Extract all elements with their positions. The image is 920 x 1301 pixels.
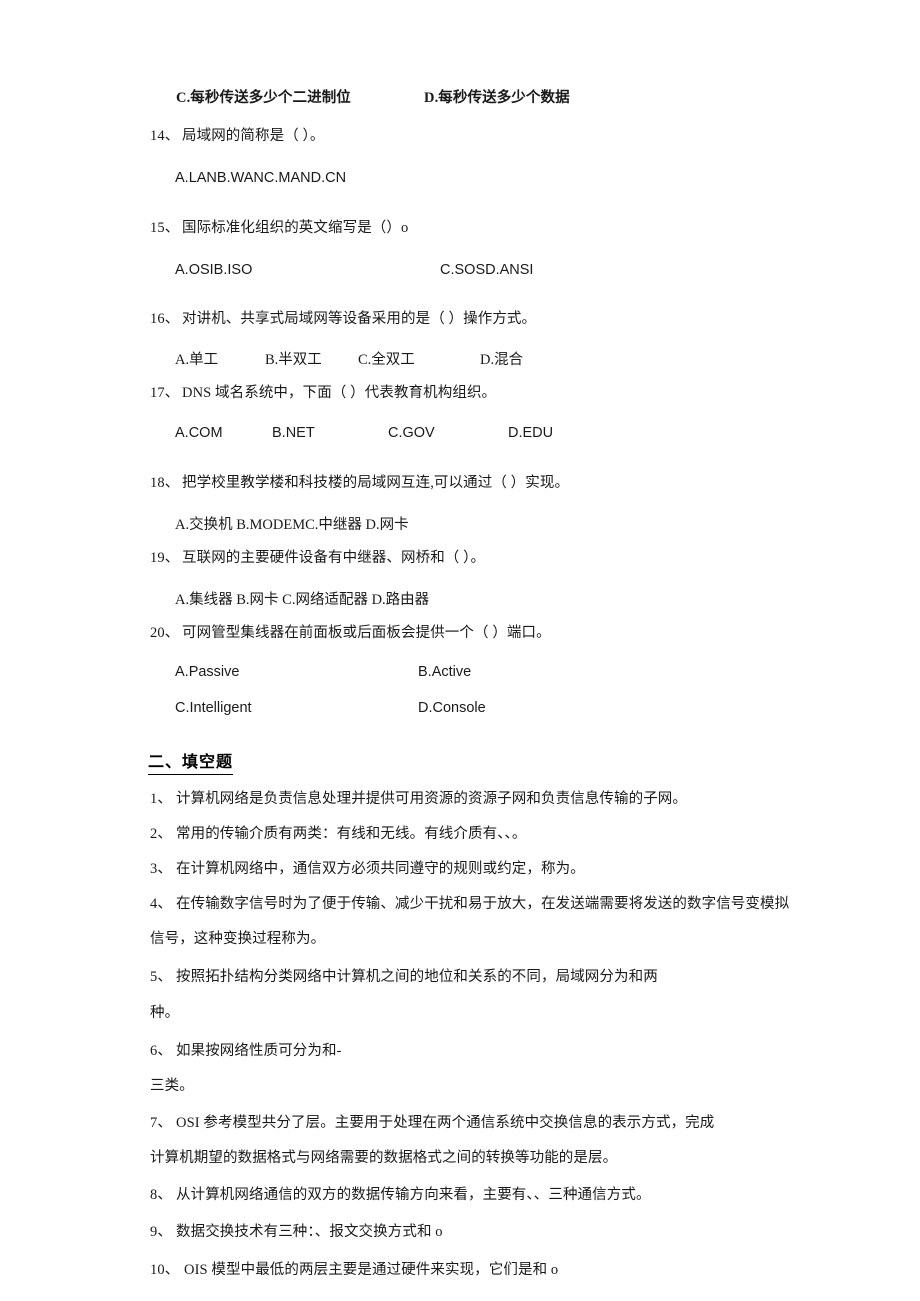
fill-question-7-number: 7、 xyxy=(150,1115,172,1131)
question-14-stem: 局域网的简称是（ ）。 xyxy=(182,128,325,144)
fill-question-10-number: 10、 xyxy=(150,1262,180,1278)
question-16-option-b: B.半双工 xyxy=(265,352,322,368)
question-17-option-a: A.COM xyxy=(175,425,223,441)
question-19-options: A.集线器 B.网卡 C.网络适配器 D.路由器 xyxy=(175,592,430,608)
fill-question-6-line-1: 如果按网络性质可分为和- xyxy=(176,1043,342,1059)
fill-question-6-line-2: 三类。 xyxy=(150,1078,194,1094)
question-20-option-b: B.Active xyxy=(418,664,472,680)
top-option-c: C.每秒传送多少个二进制位 xyxy=(176,90,351,106)
fill-question-8-number: 8、 xyxy=(150,1187,172,1203)
question-18-stem: 把学校里教学楼和科技楼的局域网互连,可以通过（ ）实现。 xyxy=(182,475,570,491)
section-two-heading: 二、填空题 xyxy=(148,748,234,775)
fill-question-10-line-1: OIS 模型中最低的两层主要是通过硬件来实现，它们是和 o xyxy=(184,1262,559,1278)
fill-question-4-line-1: 在传输数字信号时为了便于传输、减少干扰和易于放大，在发送端需要将发送的数字信号变… xyxy=(176,896,790,912)
question-18-number: 18、 xyxy=(150,475,180,491)
fill-question-7-line-1: OSI 参考模型共分了层。主要用于处理在两个通信系统中交换信息的表示方式，完成 xyxy=(176,1115,715,1131)
fill-question-5-number: 5、 xyxy=(150,969,172,985)
fill-question-5-line-1: 按照拓扑结构分类网络中计算机之间的地位和关系的不同，局域网分为和两 xyxy=(176,969,658,985)
question-18-options: A.交换机 B.MODEMC.中继器 D.网卡 xyxy=(175,517,409,533)
question-17-option-b: B.NET xyxy=(272,425,315,441)
question-17-number: 17、 xyxy=(150,385,180,401)
fill-question-3-number: 3、 xyxy=(150,861,172,877)
question-19-stem: 互联网的主要硬件设备有中继器、网桥和（ ）。 xyxy=(182,550,486,566)
fill-question-3-line-1: 在计算机网络中，通信双方必须共同遵守的规则或约定，称为。 xyxy=(176,861,585,877)
question-14-options: A.LANB.WANC.MAND.CN xyxy=(175,170,347,186)
exam-page: C.每秒传送多少个二进制位 D.每秒传送多少个数据 14、 局域网的简称是（ ）… xyxy=(0,0,920,1301)
question-17-option-d: D.EDU xyxy=(508,425,554,441)
question-15-option-left: A.OSIB.ISO xyxy=(175,262,253,278)
question-17-option-c: C.GOV xyxy=(388,425,435,441)
fill-question-7-line-2: 计算机期望的数据格式与网络需要的数据格式之间的转换等功能的是层。 xyxy=(150,1150,618,1166)
question-20-option-a: A.Passive xyxy=(175,664,240,680)
fill-question-9-number: 9、 xyxy=(150,1224,172,1240)
question-16-number: 16、 xyxy=(150,311,180,327)
question-15-option-right: C.SOSD.ANSI xyxy=(440,262,534,278)
question-20-stem: 可网管型集线器在前面板或后面板会提供一个（ ）端口。 xyxy=(182,625,551,641)
question-14-number: 14、 xyxy=(150,128,180,144)
question-16-option-a: A.单工 xyxy=(175,352,219,368)
fill-question-4-line-2: 信号，这种变换过程称为。 xyxy=(150,931,326,947)
question-15-stem: 国际标准化组织的英文缩写是（）o xyxy=(182,220,409,236)
fill-question-2-number: 2、 xyxy=(150,826,172,842)
question-16-option-c: C.全双工 xyxy=(358,352,415,368)
fill-question-5-line-2: 种。 xyxy=(150,1005,180,1021)
fill-question-2-line-1: 常用的传输介质有两类：有线和无线。有线介质有、、。 xyxy=(176,826,527,842)
question-15-number: 15、 xyxy=(150,220,180,236)
question-20-option-c: C.Intelligent xyxy=(175,700,252,716)
fill-question-4-number: 4、 xyxy=(150,896,172,912)
question-19-number: 19、 xyxy=(150,550,180,566)
fill-question-8-line-1: 从计算机网络通信的双方的数据传输方向来看，主要有、、三种通信方式。 xyxy=(176,1187,651,1203)
fill-question-1-number: 1、 xyxy=(150,791,172,807)
question-16-option-d: D.混合 xyxy=(480,352,524,368)
top-option-d: D.每秒传送多少个数据 xyxy=(424,90,570,106)
fill-question-1-line-1: 计算机网络是负责信息处理并提供可用资源的资源子网和负责信息传输的子网。 xyxy=(176,791,687,807)
fill-question-6-number: 6、 xyxy=(150,1043,172,1059)
question-16-stem: 对讲机、共享式局域网等设备采用的是（ ）操作方式。 xyxy=(182,311,537,327)
question-17-stem: DNS 域名系统中，下面（ ）代表教育机构组织。 xyxy=(182,385,497,401)
question-20-option-d: D.Console xyxy=(418,700,486,716)
question-20-number: 20、 xyxy=(150,625,180,641)
fill-question-9-line-1: 数据交换技术有三种：、报文交换方式和 o xyxy=(176,1224,443,1240)
